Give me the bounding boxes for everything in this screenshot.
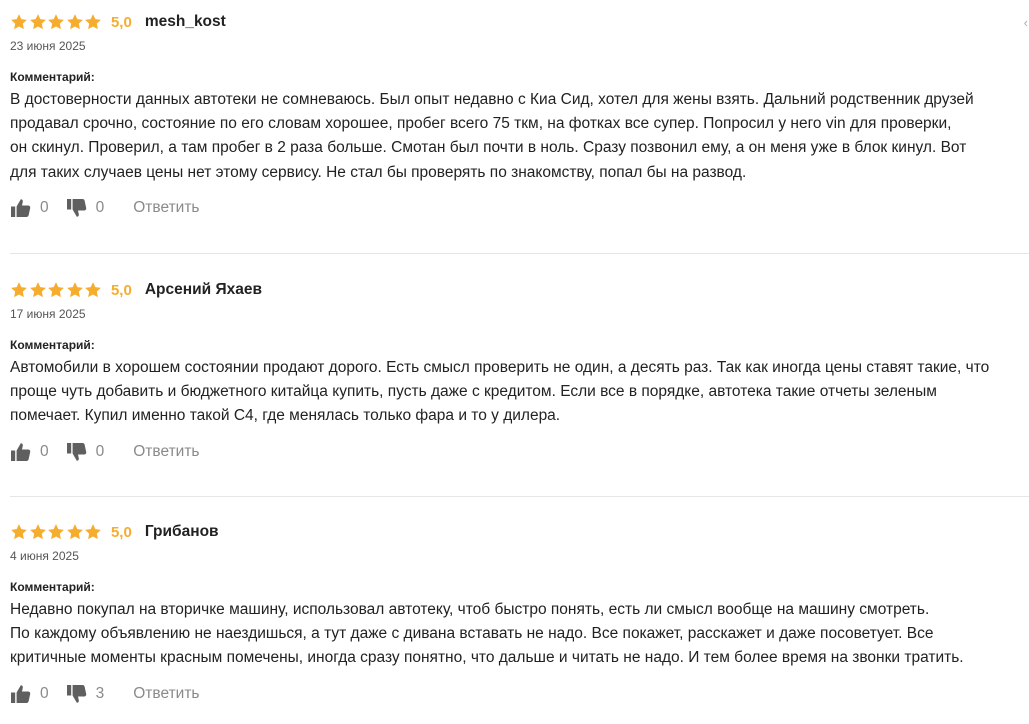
star-icon bbox=[66, 524, 83, 540]
star-icon bbox=[48, 282, 65, 298]
star-rating bbox=[10, 523, 103, 541]
review-text-line: Недавно покупал на вторичке машину, испо… bbox=[10, 601, 930, 618]
star-rating bbox=[10, 281, 103, 299]
star-icon bbox=[85, 14, 102, 30]
star-icon bbox=[85, 524, 102, 540]
review-actions: 0 0 Ответить bbox=[10, 441, 1029, 463]
like-button[interactable]: 0 bbox=[10, 684, 49, 704]
review-date: 23 июня 2025 bbox=[10, 39, 86, 53]
review-text-line: для таких случаев цены нет этому сервису… bbox=[10, 163, 747, 181]
review-text-line: помечает. Купил именно такой С4, где мен… bbox=[10, 407, 561, 425]
review-text-line: проще чуть добавить и бюджетного китайца… bbox=[10, 383, 937, 401]
review-card: 5,0 mesh_kost 23 июня 2025 Комментарий: … bbox=[10, 11, 1029, 219]
review-card: 5,0 Грибанов 4 июня 2025 Комментарий: Не… bbox=[10, 521, 1029, 705]
review-date: 4 июня 2025 bbox=[10, 549, 79, 563]
star-icon bbox=[11, 282, 27, 298]
review-date: 17 июня 2025 bbox=[10, 307, 86, 321]
author-name: Арсений Яхаев bbox=[144, 281, 262, 298]
star-icon bbox=[66, 282, 83, 298]
star-icon bbox=[48, 14, 65, 30]
review-header: 5,0 Грибанов bbox=[10, 521, 1029, 543]
star-icon bbox=[66, 14, 83, 30]
review-text-line: продавал срочно, состояние по его словам… bbox=[10, 115, 952, 133]
like-button[interactable]: 0 bbox=[10, 198, 49, 218]
review-divider bbox=[10, 496, 1029, 497]
review-text-line: По каждому объявлению не наездишься, а т… bbox=[10, 625, 934, 643]
review-divider bbox=[10, 253, 1029, 254]
rating-score: 5,0 bbox=[110, 281, 132, 299]
star-icon bbox=[85, 282, 102, 298]
review-text-line: Автомобили в хорошем состоянии продают д… bbox=[10, 359, 990, 376]
thumbs-up-icon bbox=[11, 442, 31, 461]
like-count: 0 bbox=[40, 442, 49, 460]
like-button[interactable]: 0 bbox=[10, 442, 49, 462]
dislike-button[interactable]: 0 bbox=[66, 442, 105, 462]
rating-score: 5,0 bbox=[110, 523, 132, 541]
star-icon bbox=[29, 14, 46, 30]
dislike-button[interactable]: 3 bbox=[66, 684, 105, 704]
star-icon bbox=[29, 524, 46, 540]
thumbs-down-icon bbox=[66, 198, 86, 217]
comment-label: Комментарий: bbox=[10, 338, 95, 352]
reply-button[interactable]: Ответить bbox=[133, 443, 199, 461]
like-count: 0 bbox=[40, 684, 49, 702]
dislike-button[interactable]: 0 bbox=[66, 198, 105, 218]
star-rating bbox=[10, 13, 103, 31]
author-name: Грибанов bbox=[144, 523, 219, 540]
thumbs-down-icon bbox=[66, 684, 86, 703]
thumbs-down-icon bbox=[66, 442, 86, 461]
rating-score: 5,0 bbox=[110, 13, 132, 31]
comment-label: Комментарий: bbox=[10, 70, 95, 84]
review-header: 5,0 mesh_kost bbox=[10, 11, 1029, 33]
thumbs-up-icon bbox=[11, 199, 31, 217]
review-actions: 0 0 Ответить bbox=[10, 197, 1029, 219]
star-icon bbox=[11, 524, 27, 540]
review-header: 5,0 Арсений Яхаев bbox=[10, 279, 1029, 301]
review-text: Недавно покупал на вторичке машину, испо… bbox=[10, 598, 1025, 671]
review-text-line: он скинул. Проверил, а там пробег в 2 ра… bbox=[10, 139, 967, 157]
star-icon bbox=[11, 14, 27, 30]
review-actions: 0 3 Ответить bbox=[10, 683, 1029, 705]
star-icon bbox=[29, 282, 46, 298]
comment-label: Комментарий: bbox=[10, 580, 95, 594]
thumbs-up-icon bbox=[11, 684, 31, 703]
dislike-count: 3 bbox=[95, 684, 105, 702]
review-text: Автомобили в хорошем состоянии продают д… bbox=[10, 356, 1025, 429]
dislike-count: 0 bbox=[95, 198, 105, 216]
reply-button[interactable]: Ответить bbox=[133, 199, 199, 217]
like-count: 0 bbox=[40, 198, 49, 216]
dislike-count: 0 bbox=[95, 442, 105, 460]
star-icon bbox=[48, 524, 65, 540]
review-text-line: В достоверности данных автотеки не сомне… bbox=[10, 91, 974, 108]
reply-button[interactable]: Ответить bbox=[133, 685, 199, 703]
review-card: 5,0 Арсений Яхаев 17 июня 2025 Комментар… bbox=[10, 279, 1029, 463]
author-name: mesh_kost bbox=[144, 13, 226, 30]
review-text: В достоверности данных автотеки не сомне… bbox=[10, 88, 1025, 185]
review-text-line: критичные моменты красным помечены, иног… bbox=[10, 649, 964, 667]
